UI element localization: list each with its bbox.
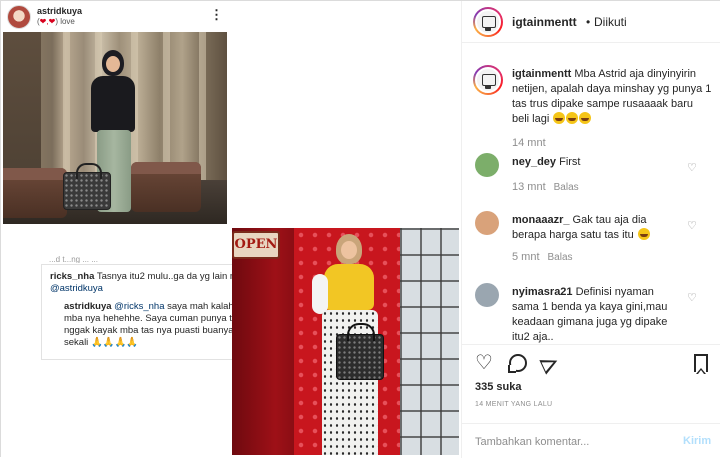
add-comment-row: Kirim — [462, 423, 720, 459]
avatar[interactable] — [475, 153, 499, 177]
photo-woman-red-door: OPEN — [232, 228, 459, 455]
reply-button[interactable]: Balas — [554, 182, 579, 193]
comment-icon[interactable] — [508, 354, 527, 373]
embedded-subtitle: (❤,❤) love — [37, 17, 75, 26]
handbag-image — [336, 323, 384, 380]
hearts-icon: ❤,❤ — [39, 17, 56, 26]
comment-meta: 5 mnt Balas — [512, 251, 573, 263]
open-sign: OPEN — [232, 231, 280, 259]
laughing-emoji-icon — [579, 112, 592, 124]
more-icon: ⋮ — [210, 7, 223, 22]
post-timestamp: 14 MENIT YANG LALU — [475, 401, 553, 408]
embedded-username: astridkuya — [37, 6, 83, 16]
bookmark-icon[interactable] — [694, 354, 708, 374]
laughing-emoji-icon — [566, 112, 579, 124]
laughing-emoji-icon — [553, 112, 566, 124]
embedded-avatar — [7, 5, 31, 29]
embedded-post-header: astridkuya (❤,❤) love ⋮ — [5, 5, 227, 31]
laughing-emoji-icon — [637, 228, 650, 240]
header-username[interactable]: igtainmentt — [512, 15, 577, 29]
avatar[interactable] — [473, 65, 503, 95]
comment-text: nyimasra21 Definisi nyaman sama 1 benda … — [512, 286, 668, 343]
caption-text: igtainmentt Mba Astrid aja dinyinyirin n… — [512, 68, 712, 125]
like-small-icon[interactable]: ♡ — [687, 291, 697, 304]
post-header: igtainmentt • Diikuti — [462, 1, 720, 43]
post-comment-button[interactable]: Kirim — [683, 435, 711, 447]
avatar[interactable] — [475, 211, 499, 235]
comment-text: monaaazr_ Gak tau aja dia berapa harga s… — [512, 213, 672, 243]
reply-button[interactable]: Balas — [548, 252, 573, 263]
follow-status-button[interactable]: Diikuti — [594, 15, 627, 29]
post-side-panel: igtainmentt • Diikuti igtainmentt Mba As… — [462, 1, 720, 458]
comment-text: ney_dey First — [512, 156, 581, 168]
handbag-image — [63, 163, 111, 210]
post-modal: astridkuya (❤,❤) love ⋮ ...d t...ng ... … — [0, 0, 720, 458]
share-icon[interactable] — [539, 353, 561, 375]
action-bar: ♡ 335 suka 14 MENIT YANG LALU Kirim — [462, 344, 720, 458]
avatar[interactable] — [475, 283, 499, 307]
post-media[interactable]: astridkuya (❤,❤) love ⋮ ...d t...ng ... … — [1, 1, 462, 458]
like-small-icon[interactable]: ♡ — [687, 219, 697, 232]
caption-username[interactable]: igtainmentt — [512, 68, 571, 80]
like-count[interactable]: 335 suka — [475, 381, 521, 393]
heart-icon[interactable]: ♡ — [475, 353, 493, 373]
photo-woman-with-bag — [3, 32, 227, 224]
add-comment-input[interactable] — [475, 434, 675, 450]
comment-meta: 13 mnt Balas — [512, 181, 579, 193]
caption-time: 14 mnt — [512, 137, 546, 149]
avatar[interactable] — [473, 7, 503, 37]
separator-dot: • — [586, 15, 591, 29]
like-small-icon[interactable]: ♡ — [687, 161, 697, 174]
cropped-text: ...d t...ng ... ... — [49, 255, 98, 263]
